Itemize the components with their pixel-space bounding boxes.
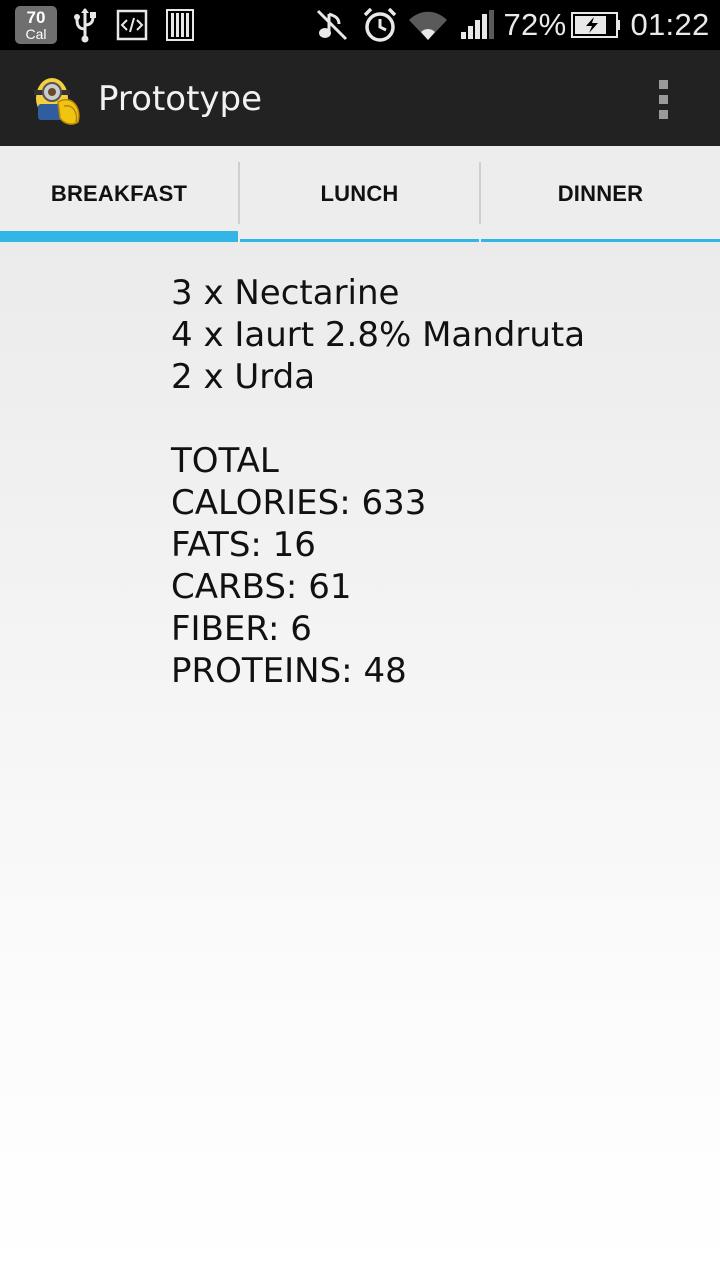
tab-label: LUNCH	[320, 181, 399, 206]
overflow-dot	[658, 109, 668, 119]
tab-label: BREAKFAST	[50, 181, 188, 206]
total-calories: CALORIES: 633	[171, 483, 427, 523]
overflow-dot	[658, 94, 668, 104]
total-carbs: CARBS: 61	[171, 567, 352, 607]
total-proteins: PROTEINS: 48	[171, 651, 407, 691]
total-fiber: FIBER: 6	[171, 609, 312, 649]
meal-item: 4 x Iaurt 2.8% Mandruta	[171, 315, 586, 355]
battery-charging-icon	[570, 0, 622, 50]
meal-item: 2 x Urda	[171, 357, 316, 397]
calorie-badge-unit: Cal	[25, 26, 47, 42]
signal-icon	[458, 0, 496, 50]
total-fats: FATS: 16	[171, 525, 316, 565]
action-bar: Prototype	[0, 50, 720, 146]
app-title: Prototype	[98, 79, 263, 119]
overflow-menu-icon[interactable]	[640, 70, 686, 128]
tab-label: DINNER	[557, 181, 644, 206]
tab-indicator	[0, 231, 238, 242]
overflow-dot	[658, 79, 668, 89]
calorie-badge-value: 70	[26, 8, 46, 27]
meal-content: 3 x Nectarine 4 x Iaurt 2.8% Mandruta 2 …	[0, 242, 720, 1280]
developer-icon	[114, 0, 150, 50]
tab-dinner[interactable]: DINNER	[481, 146, 720, 242]
clock: 01:22	[630, 7, 710, 42]
usb-icon	[68, 0, 102, 50]
total-heading: TOTAL	[171, 441, 279, 481]
tab-lunch[interactable]: LUNCH	[240, 146, 479, 242]
meal-summary: 3 x Nectarine 4 x Iaurt 2.8% Mandruta 2 …	[171, 272, 585, 692]
calorie-badge: 70 Cal	[15, 6, 57, 44]
status-bar: 70 Cal 72% 01:22	[0, 0, 720, 50]
tab-breakfast[interactable]: BREAKFAST	[0, 146, 238, 242]
meal-item: 3 x Nectarine	[171, 273, 400, 313]
tab-bar: BREAKFAST LUNCH DINNER	[0, 146, 720, 242]
alarm-icon	[360, 0, 400, 50]
minion-app-icon[interactable]	[28, 72, 86, 130]
barcode-icon	[162, 0, 198, 50]
wifi-icon	[406, 0, 450, 50]
battery-percent: 72%	[503, 7, 567, 42]
music-muted-icon	[314, 0, 350, 50]
